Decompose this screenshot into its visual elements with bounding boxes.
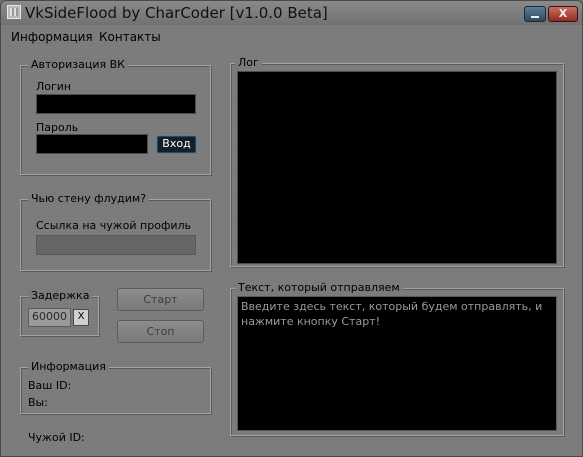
info-group: Информация Ваш ID: Вы: <box>20 360 211 414</box>
menu-item-info[interactable]: Информация <box>11 30 93 44</box>
your-id-label: Ваш ID: <box>28 379 72 392</box>
main-window: VkSideFlood by CharCoder [v1.0.0 Beta] X… <box>0 0 583 457</box>
log-legend: Лог <box>235 56 262 69</box>
info-legend: Информация <box>28 360 109 373</box>
profile-link-input[interactable] <box>36 235 196 255</box>
target-legend: Чью стену флудим? <box>28 192 150 205</box>
delay-clear-button[interactable]: X <box>73 309 89 326</box>
stop-button[interactable]: Стоп <box>117 320 204 343</box>
auth-legend: Авторизация ВК <box>28 58 128 71</box>
delay-input[interactable]: 60000 <box>28 308 71 327</box>
login-button[interactable]: Вход <box>156 135 197 154</box>
message-textarea[interactable]: Введите здесь текст, который будем отпра… <box>237 296 557 431</box>
start-button[interactable]: Старт <box>117 288 204 311</box>
delay-legend: Задержка <box>28 289 93 302</box>
password-input[interactable] <box>36 134 148 154</box>
target-group: Чью стену флудим? Ссылка на чужой профил… <box>20 192 211 271</box>
log-group: Лог <box>230 56 564 267</box>
menu-item-contacts[interactable]: Контакты <box>99 30 161 44</box>
title-bar[interactable]: VkSideFlood by CharCoder [v1.0.0 Beta] X <box>1 1 582 25</box>
message-group: Текст, который отправляем Введите здесь … <box>230 281 564 436</box>
close-icon[interactable]: X <box>548 6 578 22</box>
login-input[interactable] <box>36 94 196 114</box>
password-label: Пароль <box>36 121 79 134</box>
grid-app-icon <box>7 5 21 19</box>
window-title: VkSideFlood by CharCoder [v1.0.0 Beta] <box>25 4 328 22</box>
login-label: Логин <box>36 80 72 93</box>
other-id-label: Чужой ID: <box>28 431 85 444</box>
auth-group: Авторизация ВК Логин Пароль Вход <box>20 58 211 175</box>
you-label: Вы: <box>28 396 48 409</box>
profile-link-label: Ссылка на чужой профиль <box>36 219 192 232</box>
delay-group: Задержка 60000 X <box>20 289 99 336</box>
menu-bar: Информация Контакты <box>1 27 582 47</box>
minimize-icon[interactable] <box>524 6 546 22</box>
log-output[interactable] <box>237 71 557 264</box>
message-legend: Текст, который отправляем <box>235 281 403 294</box>
